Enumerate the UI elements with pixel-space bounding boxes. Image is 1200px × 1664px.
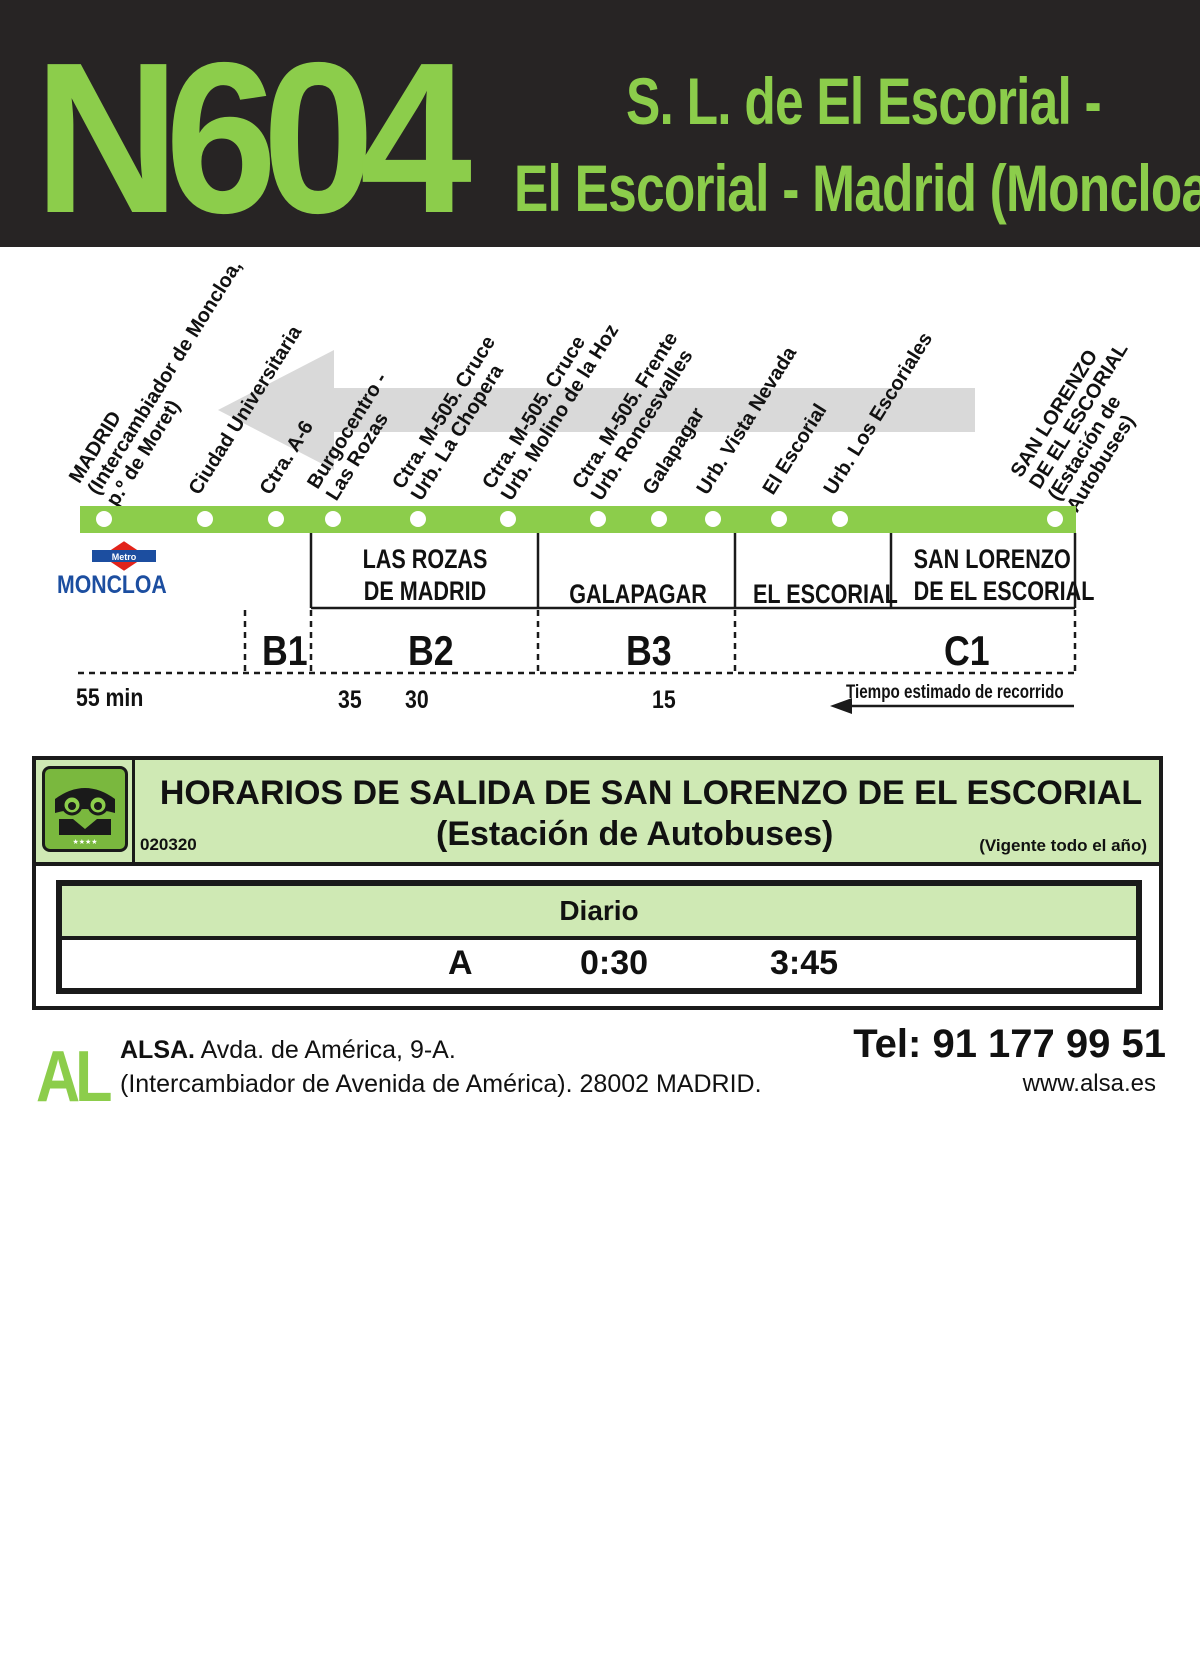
town-san-lorenzo: SAN LORENZO DE EL ESCORIAL: [913, 544, 1095, 608]
company-address-line1: ALSA. Avda. de América, 9-A.: [120, 1036, 456, 1065]
stop-dot: [651, 511, 667, 527]
time-madrid: 55 min: [76, 684, 144, 712]
timetable: Diario A 0:30 3:45: [56, 880, 1142, 994]
time-galapagar: 15: [652, 686, 676, 714]
metro-logo: Metro: [92, 538, 156, 574]
svg-text:Metro: Metro: [112, 552, 137, 562]
row-label: A: [448, 944, 473, 982]
address-line1: Avda. de América, 9-A.: [195, 1036, 456, 1064]
stop-dot: [500, 511, 516, 527]
phone-number[interactable]: Tel: 91 177 99 51: [853, 1022, 1166, 1067]
alsa-logo: AL: [36, 1037, 112, 1117]
zone-b2: B2: [408, 627, 454, 674]
schedule-header: ★★★★ HORARIOS DE SALIDA DE SAN LORENZO D…: [36, 760, 1159, 866]
logo-divider: [132, 760, 135, 862]
stop-label: MADRID(Intercambiador de Moncloa,p.º de …: [65, 256, 247, 510]
town-name-line1: EL ESCORIAL: [753, 579, 898, 609]
zone-boundaries: [78, 610, 1077, 675]
town-galapagar: GALAPAGAR: [566, 579, 710, 611]
route-map: MADRID(Intercambiador de Moncloa,p.º de …: [65, 256, 1140, 714]
stop-dot: [325, 511, 341, 527]
zone-c1: C1: [944, 627, 990, 674]
town-name-line1: LAS ROZAS: [362, 544, 488, 574]
svg-text:★★★★: ★★★★: [72, 838, 97, 846]
route-line-bar: [80, 506, 1076, 533]
departure-time: 0:30: [580, 944, 649, 982]
website-link[interactable]: www.alsa.es: [1023, 1070, 1156, 1098]
stop-dot: [197, 511, 213, 527]
stop-dot: [268, 511, 284, 527]
town-name-line2: DE EL ESCORIAL: [913, 575, 1095, 606]
town-name-line1: GALAPAGAR: [569, 579, 707, 609]
schedule-title: HORARIOS DE SALIDA DE SAN LORENZO DE EL …: [159, 774, 1143, 812]
schedule-code: 020320: [140, 835, 197, 854]
zone-b1: B1: [262, 627, 308, 674]
metro-station-label: MONCLOA: [57, 571, 167, 599]
schedule-box: ★★★★ HORARIOS DE SALIDA DE SAN LORENZO D…: [32, 756, 1163, 1010]
header-banner: N604 S. L. de El Escorial - El Escorial …: [0, 0, 1200, 247]
time-rozas-a: 35: [338, 686, 362, 714]
stop-dot: [771, 511, 787, 527]
time-rozas-b: 30: [405, 686, 429, 714]
stop-dot: [1047, 511, 1063, 527]
town-name-line1: SAN LORENZO: [913, 544, 1071, 574]
route-name-line1: S. L. de El Escorial -: [626, 64, 1102, 138]
town-el-escorial: EL ESCORIAL: [753, 579, 898, 611]
crtm-logo-icon: ★★★★: [42, 766, 128, 852]
company-address-line2: (Intercambiador de Avenida de América). …: [120, 1070, 762, 1098]
stop-label: SAN LORENZODE EL ESCORIAL(Estación deAut…: [1007, 339, 1140, 516]
town-name-line2: DE MADRID: [363, 575, 487, 606]
stop-dot: [705, 511, 721, 527]
stop-dot: [96, 511, 112, 527]
schedule-validity: (Vigente todo el año): [979, 836, 1147, 855]
day-header: Diario: [62, 886, 1136, 940]
route-number: N604: [34, 17, 472, 258]
stop-labels: MADRID(Intercambiador de Moncloa,p.º de …: [65, 256, 1140, 516]
stop-dot: [410, 511, 426, 527]
travel-time-note: Tiempo estimado de recorrido: [846, 682, 1064, 703]
town-las-rozas: LAS ROZAS DE MADRID: [349, 544, 501, 608]
stop-dot: [590, 511, 606, 527]
zone-b3: B3: [626, 627, 672, 674]
departure-time: 3:45: [770, 944, 839, 982]
stop-dot: [832, 511, 848, 527]
route-name-line2: El Escorial - Madrid (Moncloa): [514, 151, 1200, 225]
company-name: ALSA.: [120, 1036, 195, 1064]
schedule-subtitle: (Estación de Autobuses): [436, 815, 834, 853]
